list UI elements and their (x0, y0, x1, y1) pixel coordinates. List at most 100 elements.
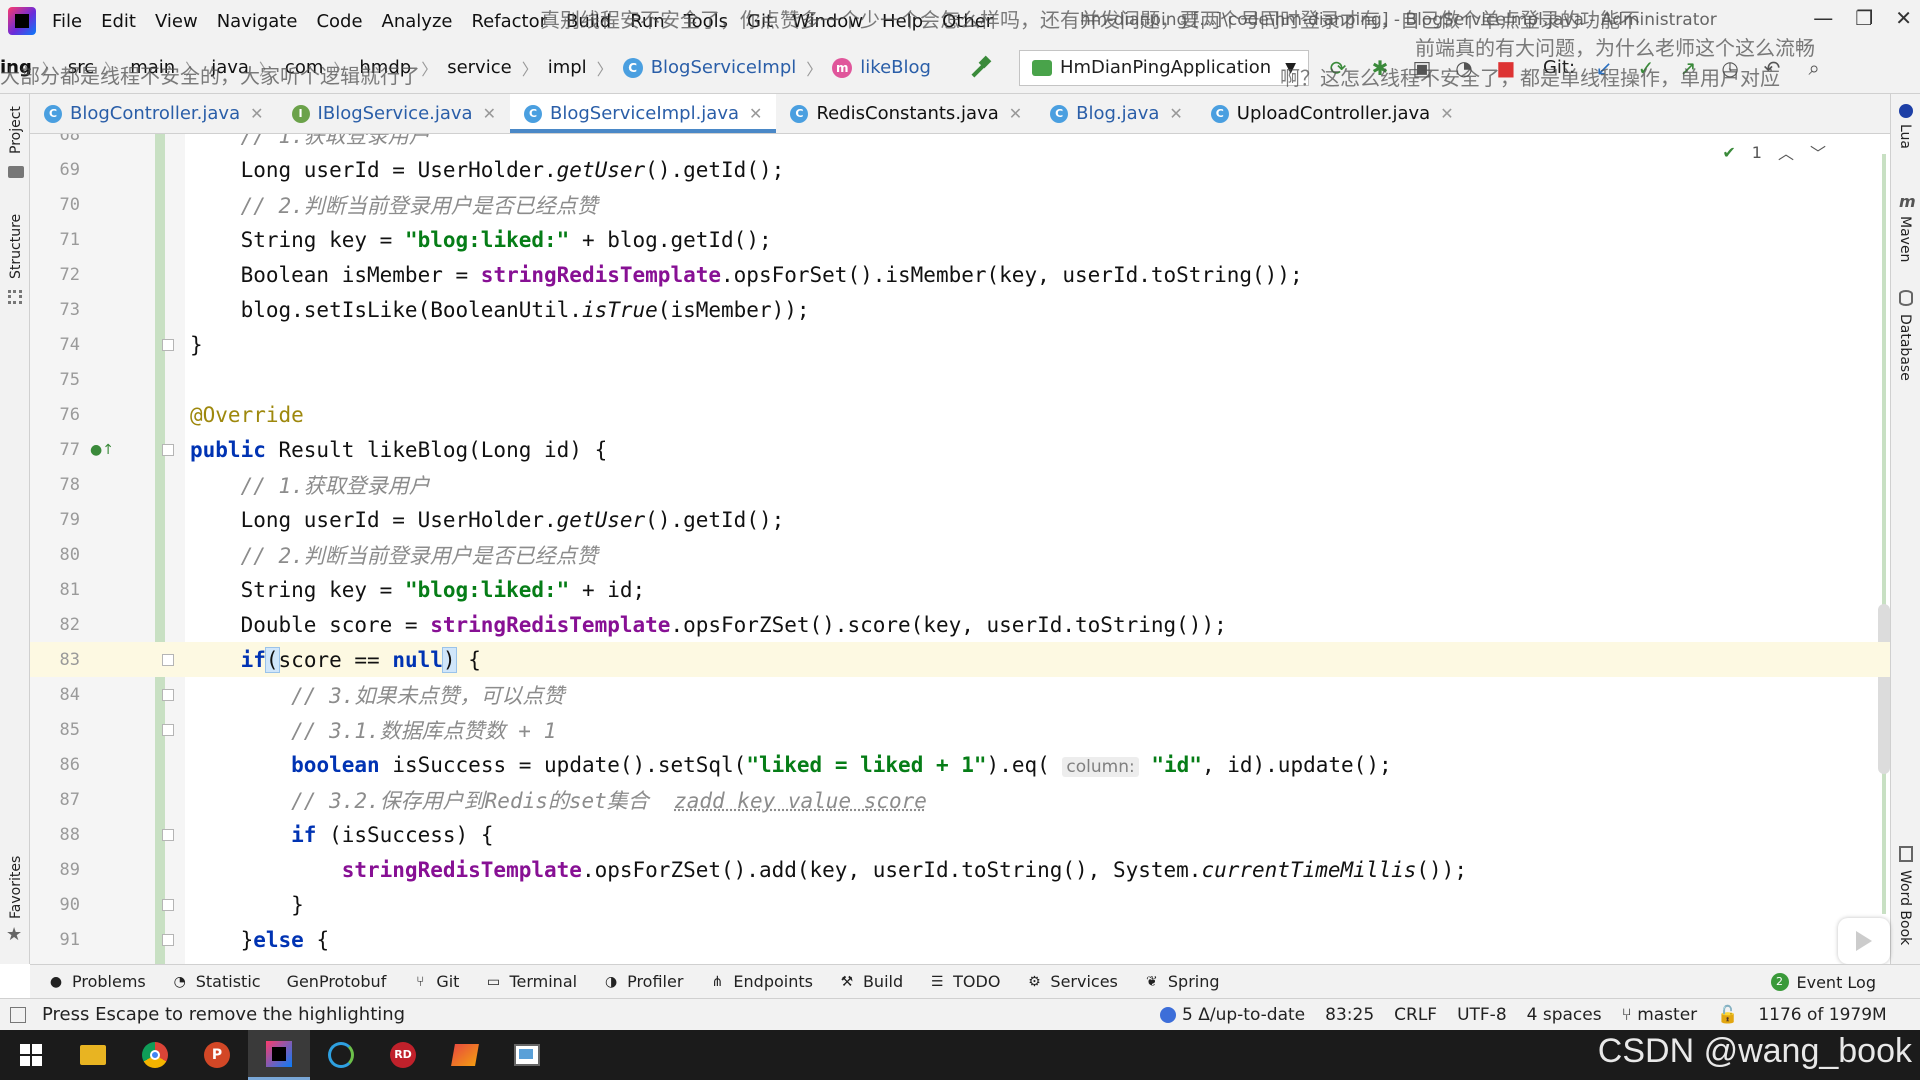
build-tool-button[interactable]: ⚒ Build (839, 972, 903, 991)
override-method-icon[interactable]: ●↑ (90, 442, 114, 458)
close-tab-icon[interactable]: ✕ (1440, 104, 1453, 123)
profiler-icon: ◑ (604, 973, 618, 990)
close-tab-icon[interactable]: ✕ (1169, 104, 1182, 123)
code-text: } (190, 892, 304, 917)
fold-toggle-icon[interactable] (162, 653, 174, 666)
minimize-icon[interactable]: — (1813, 6, 1833, 30)
fold-toggle-icon[interactable] (162, 338, 174, 351)
todo-list-icon: ☰ (930, 973, 944, 990)
fold-toggle-icon[interactable] (162, 933, 174, 946)
event-log-button[interactable]: 2 Event Log (1770, 965, 1876, 999)
fold-toggle-icon[interactable] (162, 898, 174, 911)
menu-code[interactable]: Code (316, 11, 362, 32)
todo-tool-button[interactable]: ☰ TODO (929, 972, 1001, 991)
favorites-tool-tab[interactable]: Favorites (8, 856, 24, 919)
code-editor[interactable]: ✔ 1 ︿ ﹀ 68 // 1.获取登录用户 69 Long userId = … (30, 134, 1890, 964)
chrome-icon[interactable] (124, 1030, 186, 1080)
code-line: 75 (30, 362, 1890, 397)
tool-windows-toggle-icon[interactable] (10, 1006, 26, 1023)
database-icon (1899, 290, 1913, 306)
menu-edit[interactable]: Edit (101, 11, 136, 32)
menu-navigate[interactable]: Navigate (217, 11, 298, 32)
browser-icon[interactable] (310, 1030, 372, 1080)
wordbook-icon (1899, 846, 1913, 862)
menu-view[interactable]: View (155, 11, 198, 32)
menu-file[interactable]: File (52, 11, 82, 32)
lock-icon[interactable]: 🔓 (1717, 1005, 1738, 1025)
line-number: 77 (59, 439, 80, 460)
services-tool-button[interactable]: ⚙ Services (1026, 972, 1118, 991)
code-text: stringRedisTemplate.opsForZSet().add(key… (341, 857, 1467, 882)
powerpoint-icon[interactable]: P (186, 1030, 248, 1080)
build-hammer-icon[interactable] (967, 56, 991, 80)
close-tab-icon[interactable]: ✕ (483, 104, 496, 123)
breadcrumb-class[interactable]: C BlogServiceImpl (622, 57, 796, 78)
profiler-tool-button[interactable]: ◑ Profiler (603, 972, 683, 991)
code-line: 78 // 1.获取登录用户 (30, 467, 1890, 502)
file-encoding[interactable]: UTF-8 (1457, 1005, 1507, 1025)
project-tool-tab[interactable]: Project (8, 106, 24, 154)
database-tool-tab[interactable]: Database (1897, 314, 1913, 381)
video-play-icon[interactable] (1838, 918, 1890, 964)
vcs-status[interactable]: 5 Δ/up-to-date (1160, 1005, 1305, 1025)
fold-toggle-icon[interactable] (162, 443, 174, 456)
status-message: Press Escape to remove the highlighting (10, 1004, 405, 1025)
code-text: // 3.如果未点赞，可以点赞 (291, 683, 565, 708)
genprotobuf-tool-button[interactable]: GenProtobuf (287, 972, 387, 991)
tab-uploadcontroller[interactable]: C UploadController.java ✕ (1197, 94, 1468, 133)
windows-start-icon[interactable] (0, 1030, 62, 1080)
code-text: boolean isSuccess = update().setSql("lik… (291, 752, 1392, 777)
notes-app-icon[interactable] (434, 1030, 496, 1080)
menu-analyze[interactable]: Analyze (382, 11, 453, 32)
redis-desktop-icon[interactable]: RD (372, 1030, 434, 1080)
lua-tool-tab[interactable]: Lua (1897, 124, 1913, 149)
statistic-tool-button[interactable]: ◔ Statistic (172, 972, 261, 991)
memory-indicator[interactable]: 1176 of 1979M (1758, 1005, 1886, 1025)
breadcrumb-item[interactable]: impl (548, 57, 587, 78)
line-number: 74 (59, 334, 80, 355)
close-tab-icon[interactable]: ✕ (250, 104, 263, 123)
code-text: } (190, 332, 203, 357)
line-separator[interactable]: CRLF (1394, 1005, 1437, 1025)
wordbook-tool-tab[interactable]: Word Book (1897, 870, 1913, 945)
close-tab-icon[interactable]: ✕ (1009, 104, 1022, 123)
tab-blogserviceimpl[interactable]: C BlogServiceImpl.java ✕ (510, 94, 777, 133)
code-text: String key = "blog:liked:" + id; (190, 577, 646, 602)
structure-tool-tab[interactable]: Structure (8, 214, 24, 279)
breadcrumb-item[interactable]: service (447, 57, 511, 78)
tab-iblogservice[interactable]: I IBlogService.java ✕ (278, 94, 510, 133)
run-configuration-label: HmDianPingApplication (1059, 57, 1272, 78)
problems-tool-button[interactable]: ● Problems (48, 972, 146, 991)
fold-toggle-icon[interactable] (162, 828, 174, 841)
code-text: String key = "blog:liked:" + blog.getId(… (190, 227, 772, 252)
run-configuration-selector[interactable]: HmDianPingApplication ▼ (1018, 49, 1309, 86)
file-explorer-icon[interactable] (62, 1030, 124, 1080)
tab-blogcontroller[interactable]: C BlogController.java ✕ (30, 94, 278, 133)
git-tool-button[interactable]: ⑂ Git (412, 972, 459, 991)
menu-refactor[interactable]: Refactor (471, 11, 547, 32)
code-line: 80 // 2.判断当前登录用户是否已经点赞 (30, 537, 1890, 572)
breadcrumb-method-label: likeBlog (860, 57, 931, 78)
endpoints-tool-button[interactable]: ⋔ Endpoints (709, 972, 813, 991)
terminal-tool-button[interactable]: ▭ Terminal (485, 972, 577, 991)
fold-toggle-icon[interactable] (162, 688, 174, 701)
close-tab-icon[interactable]: ✕ (749, 104, 762, 123)
git-branch[interactable]: ⑂ master (1622, 1005, 1698, 1025)
spring-tool-button[interactable]: ❦ Spring (1144, 972, 1220, 991)
intellij-taskbar-icon[interactable] (248, 1030, 310, 1080)
close-icon[interactable]: ✕ (1895, 6, 1912, 30)
tab-label: BlogServiceImpl.java (550, 103, 740, 124)
screenshot-tool-icon[interactable] (496, 1030, 558, 1080)
maximize-icon[interactable]: ❐ (1855, 6, 1873, 30)
indent-setting[interactable]: 4 spaces (1527, 1005, 1602, 1025)
code-text: Long userId = UserHolder.getUser().getId… (190, 157, 785, 182)
code-line: 84 // 3.如果未点赞，可以点赞 (30, 677, 1890, 712)
fold-toggle-icon[interactable] (162, 723, 174, 736)
tab-redisconstants[interactable]: C RedisConstants.java ✕ (776, 94, 1036, 133)
maven-tool-tab[interactable]: Maven (1897, 216, 1913, 262)
caret-position[interactable]: 83:25 (1325, 1005, 1374, 1025)
line-number: 83 (59, 649, 80, 670)
code-text: }else { (190, 927, 330, 952)
breadcrumb-method[interactable]: m likeBlog (832, 57, 931, 78)
tab-blog[interactable]: C Blog.java ✕ (1036, 94, 1197, 133)
